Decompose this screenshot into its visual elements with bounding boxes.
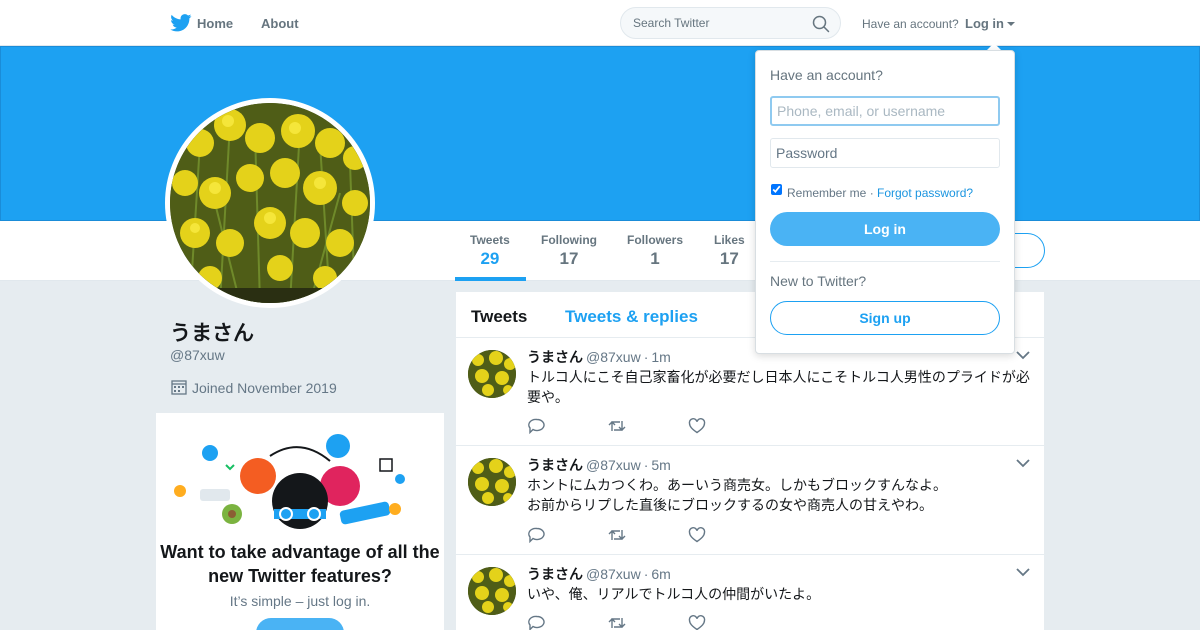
tweet-timestamp[interactable]: 5m bbox=[651, 457, 670, 473]
signup-promo-card: Want to take advantage of all the new Tw… bbox=[156, 413, 444, 630]
tweet-text: トルコ人にこそ自己家畜化が必要だし日本人にこそトルコ人男性のプライドが必要や。 bbox=[527, 369, 1030, 405]
retweet-icon[interactable] bbox=[608, 527, 626, 543]
tweet-author-handle[interactable]: @87xuw bbox=[586, 349, 641, 365]
tab-tweets[interactable]: Tweets bbox=[471, 307, 527, 327]
signup-button[interactable]: Sign up bbox=[770, 301, 1000, 335]
profile-avatar[interactable] bbox=[165, 98, 375, 308]
tweet-author-name[interactable]: うまさん bbox=[527, 349, 583, 365]
tweet-text-line: ホントにムカつくわ。あーいう商売女。しかもブロックすんなよ。 bbox=[527, 477, 947, 493]
tweet-author-name[interactable]: うまさん bbox=[527, 457, 583, 473]
dropdown-title: Have an account? bbox=[770, 67, 883, 83]
flower-photo bbox=[170, 103, 370, 303]
login-dropdown-toggle[interactable]: Log in bbox=[965, 16, 1004, 31]
joined-date: Joined November 2019 bbox=[192, 380, 337, 396]
top-navigation: Home About Search Twitter Have an accoun… bbox=[0, 0, 1200, 46]
have-account-text: Have an account? bbox=[862, 17, 959, 31]
tweet-avatar[interactable] bbox=[468, 458, 516, 506]
stat-following[interactable]: Following 17 bbox=[541, 233, 597, 269]
twitter-bird-icon[interactable] bbox=[170, 14, 192, 32]
stat-label: Tweets bbox=[470, 233, 510, 247]
profile-handle: @87xuw bbox=[170, 347, 225, 363]
tab-tweets-and-replies[interactable]: Tweets & replies bbox=[565, 307, 698, 327]
remember-me-label[interactable]: Remember me · bbox=[787, 186, 874, 200]
forgot-password-link[interactable]: Forgot password? bbox=[877, 186, 973, 200]
caret-down-icon[interactable] bbox=[1007, 22, 1015, 26]
login-dropdown: Have an account? Remember me · Forgot pa… bbox=[755, 50, 1015, 354]
promo-title: Want to take advantage of all the new Tw… bbox=[160, 542, 440, 586]
login-button[interactable]: Log in bbox=[770, 212, 1000, 246]
remember-me-checkbox[interactable] bbox=[771, 184, 782, 195]
reply-icon[interactable] bbox=[528, 527, 546, 543]
calendar-icon bbox=[171, 380, 187, 395]
tweet-author-handle[interactable]: @87xuw bbox=[586, 566, 641, 582]
tweet[interactable]: うまさん @87xuw · 5m ホントにムカつくわ。あーいう商売女。しかもブロックす… bbox=[456, 446, 1044, 555]
tweet-separator: · bbox=[643, 349, 649, 365]
password-field[interactable] bbox=[770, 138, 1000, 168]
stat-tweets[interactable]: Tweets 29 bbox=[470, 233, 510, 269]
like-icon[interactable] bbox=[688, 418, 706, 434]
nav-about-link[interactable]: About bbox=[261, 16, 299, 31]
search-icon[interactable] bbox=[812, 15, 830, 33]
stat-label: Followers bbox=[627, 233, 684, 247]
stat-value: 17 bbox=[719, 249, 739, 268]
nav-home-link[interactable]: Home bbox=[197, 16, 233, 31]
username-field[interactable] bbox=[770, 96, 1000, 126]
stat-value: 17 bbox=[559, 249, 579, 268]
tweet-separator: · bbox=[643, 566, 649, 582]
tweet-text-line: お前からリプした直後にブロックするの女や商売人の甘えやわ。 bbox=[527, 497, 933, 513]
new-to-twitter-text: New to Twitter? bbox=[770, 273, 867, 289]
remember-me-text: Remember me bbox=[787, 186, 867, 200]
tweet-separator: · bbox=[643, 457, 649, 473]
tweet-header: うまさん @87xuw · 5m bbox=[527, 455, 671, 475]
search-input[interactable]: Search Twitter bbox=[633, 16, 709, 30]
tweet[interactable]: うまさん @87xuw · 6m いや、俺、リアルでトルコ人の仲間がいたよ。 bbox=[456, 555, 1044, 630]
like-icon[interactable] bbox=[688, 527, 706, 543]
reply-icon[interactable] bbox=[528, 615, 546, 630]
stat-value: 1 bbox=[650, 249, 660, 268]
chevron-down-icon[interactable] bbox=[1016, 350, 1030, 360]
remember-separator: · bbox=[866, 186, 874, 200]
tweet-author-handle[interactable]: @87xuw bbox=[586, 457, 641, 473]
tweet-timestamp[interactable]: 1m bbox=[651, 349, 670, 365]
stat-label: Likes bbox=[714, 233, 745, 247]
search-box[interactable]: Search Twitter bbox=[620, 7, 841, 39]
stat-followers[interactable]: Followers 1 bbox=[627, 233, 683, 269]
tweet-timestamp[interactable]: 6m bbox=[651, 566, 670, 582]
active-tab-underline bbox=[455, 277, 526, 281]
promo-illustration bbox=[174, 434, 405, 529]
tweet[interactable]: うまさん @87xuw · 1m トルコ人にこそ自己家畜化が必要だし日本人にこそトルコ… bbox=[456, 338, 1044, 446]
promo-subtitle: It’s simple – just log in. bbox=[229, 593, 371, 609]
promo-login-button[interactable] bbox=[256, 618, 344, 630]
tweet-header: うまさん @87xuw · 1m bbox=[527, 347, 671, 367]
tweet-author-name[interactable]: うまさん bbox=[527, 566, 583, 582]
tweet-text: ホントにムカつくわ。あーいう商売女。しかもブロックすんなよ。 お前からリプした直… bbox=[527, 475, 1033, 515]
retweet-icon[interactable] bbox=[608, 615, 626, 630]
tweet-avatar[interactable] bbox=[468, 350, 516, 398]
reply-icon[interactable] bbox=[528, 418, 546, 434]
divider bbox=[770, 261, 1000, 262]
stat-label: Following bbox=[541, 233, 597, 247]
tweet-header: うまさん @87xuw · 6m bbox=[527, 564, 671, 584]
tweet-text: いや、俺、リアルでトルコ人の仲間がいたよ。 bbox=[527, 586, 821, 602]
retweet-icon[interactable] bbox=[608, 418, 626, 434]
profile-name: うまさん bbox=[170, 322, 254, 345]
chevron-down-icon[interactable] bbox=[1016, 567, 1030, 577]
tweet-avatar[interactable] bbox=[468, 567, 516, 615]
like-icon[interactable] bbox=[688, 615, 706, 630]
stat-likes[interactable]: Likes 17 bbox=[714, 233, 745, 269]
stat-value: 29 bbox=[480, 249, 500, 268]
chevron-down-icon[interactable] bbox=[1016, 458, 1030, 468]
